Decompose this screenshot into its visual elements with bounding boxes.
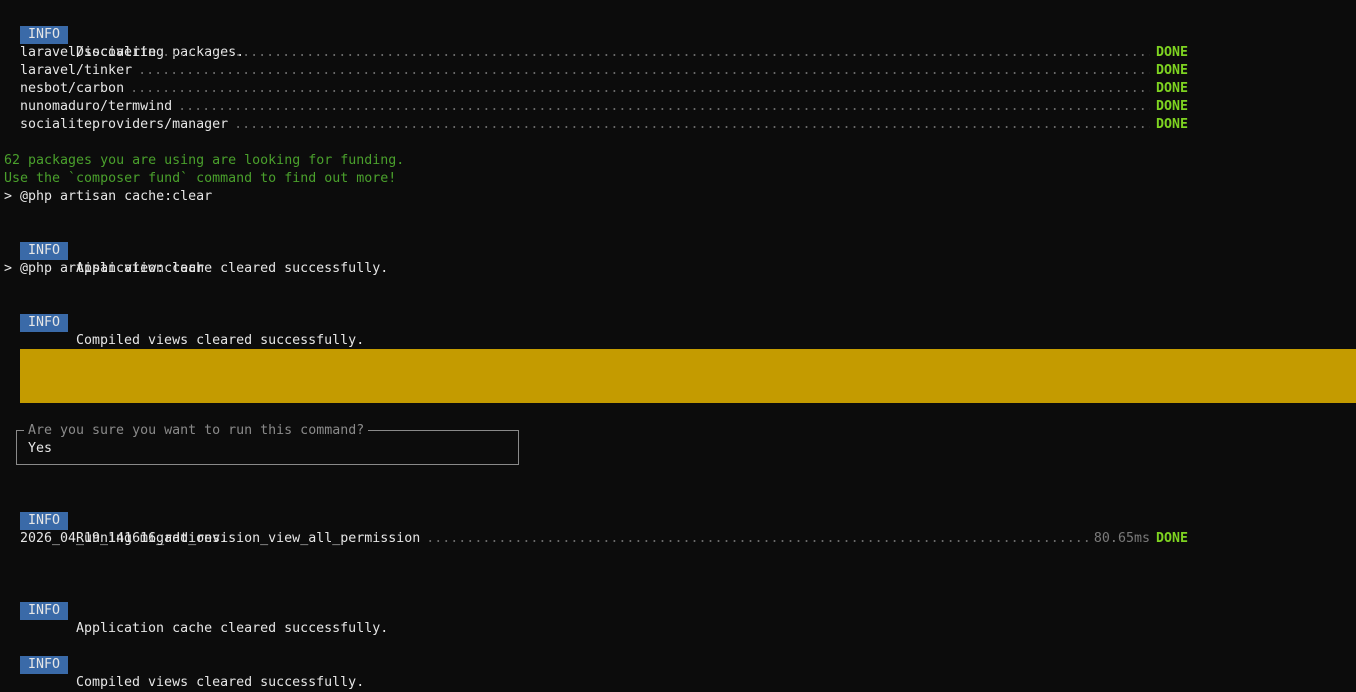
info-badge: INFO bbox=[20, 602, 68, 620]
package-row: laravel/socialite DONE bbox=[20, 44, 1188, 62]
info-running-migrations-line: INFO Running migrations. bbox=[0, 494, 228, 546]
dot-leader bbox=[130, 80, 1150, 98]
warning-banner bbox=[20, 349, 1356, 403]
done-status: DONE bbox=[1155, 99, 1188, 114]
confirm-prompt-box[interactable]: Are you sure you want to run this comman… bbox=[16, 422, 519, 465]
package-name: nesbot/carbon bbox=[20, 81, 125, 96]
info-cache-cleared-line: INFO Application cache cleared successfu… bbox=[0, 224, 388, 276]
done-status: DONE bbox=[1155, 81, 1188, 96]
funding-line-1: 62 packages you are using are looking fo… bbox=[4, 153, 405, 168]
info-views-cleared-line: INFO Compiled views cleared successfully… bbox=[0, 296, 364, 348]
package-name: laravel/tinker bbox=[20, 63, 133, 78]
confirm-prompt-answer[interactable]: Yes bbox=[28, 440, 52, 458]
confirm-prompt-question: Are you sure you want to run this comman… bbox=[24, 422, 369, 440]
info-views-cleared-line-2: INFO Compiled views cleared successfully… bbox=[0, 638, 364, 690]
info-badge: INFO bbox=[20, 656, 68, 674]
cache-cleared-text-2: Application cache cleared successfully. bbox=[76, 621, 389, 636]
info-badge: INFO bbox=[20, 512, 68, 530]
info-cache-cleared-line-2: INFO Application cache cleared successfu… bbox=[0, 584, 388, 636]
package-name: laravel/socialite bbox=[20, 45, 157, 60]
command-view-clear: > @php artisan view:clear bbox=[4, 261, 205, 276]
done-status: DONE bbox=[1155, 63, 1188, 78]
migration-name: 2026_04_19_141616_add_revision_view_all_… bbox=[20, 531, 421, 546]
package-name: nunomaduro/termwind bbox=[20, 99, 173, 114]
done-status: DONE bbox=[1155, 117, 1188, 132]
done-status: DONE bbox=[1155, 531, 1188, 546]
info-badge: INFO bbox=[20, 314, 68, 332]
package-row: nunomaduro/termwind DONE bbox=[20, 98, 1188, 116]
dot-leader bbox=[162, 44, 1150, 62]
info-discovering-line: INFO Discovering packages. bbox=[0, 8, 244, 60]
dot-leader bbox=[234, 116, 1150, 134]
info-badge: INFO bbox=[20, 242, 68, 260]
done-status: DONE bbox=[1155, 45, 1188, 60]
funding-line-2: Use the `composer fund` command to find … bbox=[4, 171, 397, 186]
package-name: socialiteproviders/manager bbox=[20, 117, 229, 132]
package-row: socialiteproviders/manager DONE bbox=[20, 116, 1188, 134]
command-cache-clear: > @php artisan cache:clear bbox=[4, 189, 213, 204]
dot-leader bbox=[138, 62, 1150, 80]
package-row: laravel/tinker DONE bbox=[20, 62, 1188, 80]
migration-row: 2026_04_19_141616_add_revision_view_all_… bbox=[20, 530, 1188, 548]
package-row: nesbot/carbon DONE bbox=[20, 80, 1188, 98]
dot-leader bbox=[178, 98, 1150, 116]
info-badge: INFO bbox=[20, 26, 68, 44]
views-cleared-text: Compiled views cleared successfully. bbox=[76, 333, 365, 348]
dot-leader bbox=[426, 530, 1088, 548]
views-cleared-text-2: Compiled views cleared successfully. bbox=[76, 675, 365, 690]
migration-time: 80.65ms bbox=[1093, 531, 1150, 546]
